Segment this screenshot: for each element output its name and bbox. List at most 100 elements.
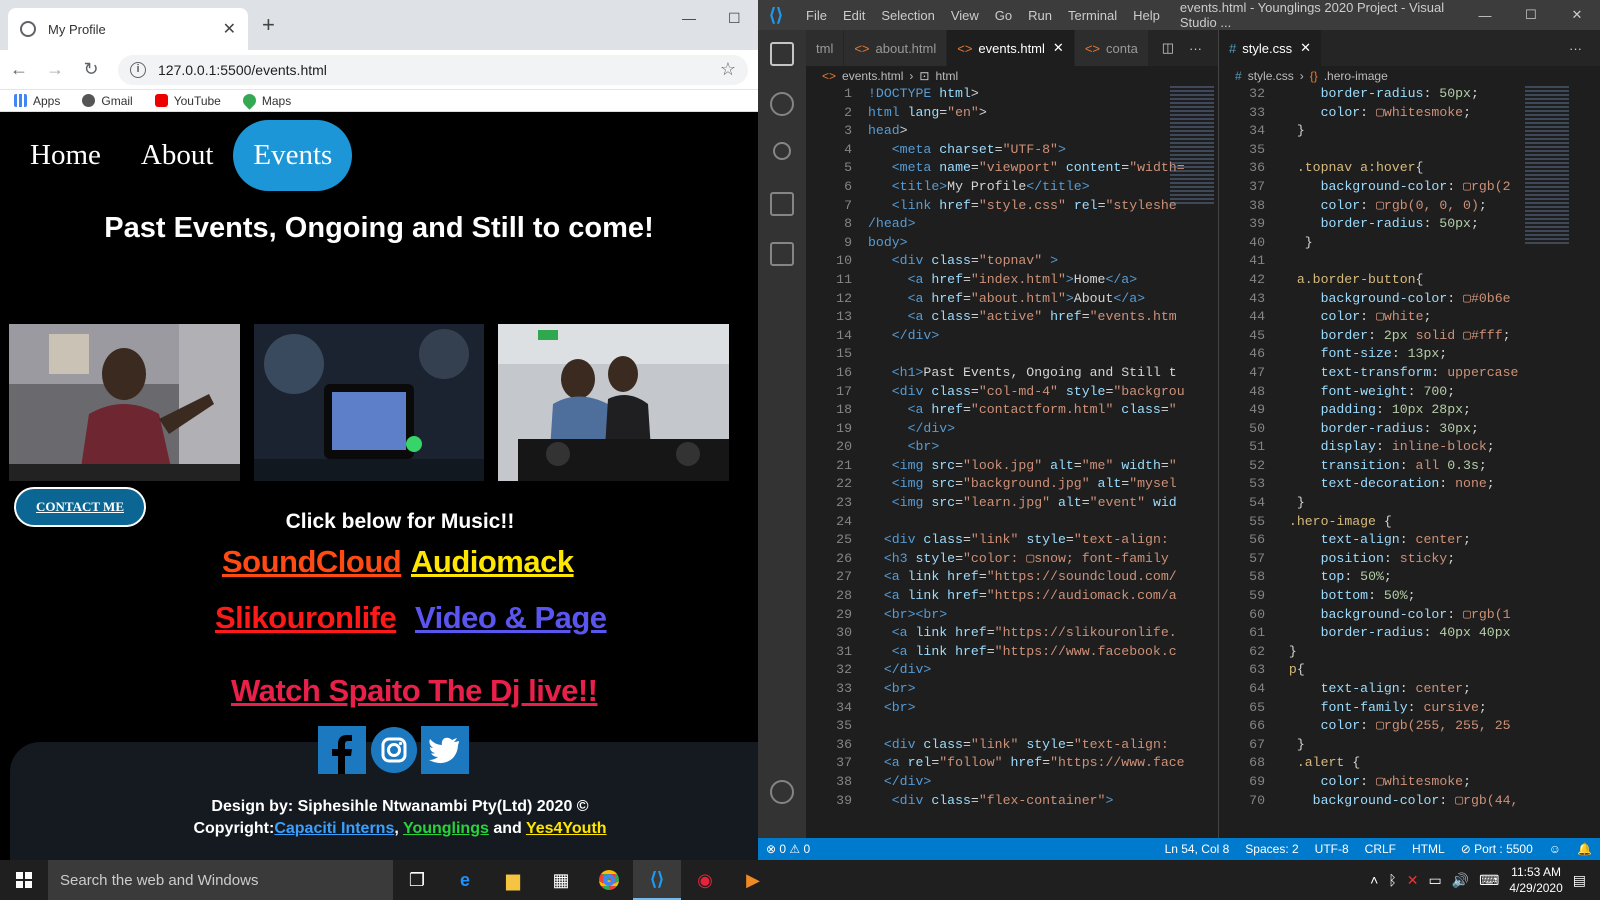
css-editor[interactable]: # style.css ✕ ··· # style.css ›{} .hero-image… [1218,30,1600,838]
problems-indicator[interactable]: ⊗ 0 ⚠ 0 [758,842,818,856]
search-icon[interactable] [770,92,794,116]
task-view-icon[interactable]: ❐ [393,860,441,900]
back-icon[interactable]: ← [10,59,28,80]
bookmark-gmail[interactable]: Gmail [82,94,133,108]
menu-selection[interactable]: Selection [873,8,942,23]
slikouronlife-link[interactable]: Slikouronlife [215,600,397,636]
encoding[interactable]: UTF-8 [1307,842,1357,856]
battery-icon[interactable]: ▭ [1428,872,1441,889]
capaciti-link[interactable]: Capaciti Interns [274,820,394,837]
menu-run[interactable]: Run [1020,8,1060,23]
language-mode[interactable]: HTML [1404,842,1453,856]
live-server-port[interactable]: ⊘ Port : 5500 [1453,842,1541,856]
close-tab-icon[interactable]: ✕ [223,19,236,39]
breadcrumb-item[interactable]: .hero-image [1324,69,1388,83]
audiomack-link[interactable]: Audiomack [411,544,574,580]
watch-live-link[interactable]: Watch Spaito The Dj live!! [231,673,598,709]
browser-tab[interactable]: My Profile ✕ [8,8,248,50]
code-line: 33 <br> [836,681,916,696]
vscode-titlebar: ⟨⟩ File Edit Selection View Go Run Termi… [758,0,1600,30]
notifications-icon[interactable]: 🔔 [1569,842,1600,856]
bluetooth-icon[interactable]: ᛒ [1388,872,1396,888]
more-actions-icon[interactable]: ··· [1569,41,1582,56]
close-icon[interactable]: ✕ [1554,7,1600,23]
store-icon[interactable]: ▦ [537,860,585,900]
menu-view[interactable]: View [943,8,987,23]
split-editor-icon[interactable]: ◫ [1162,40,1174,56]
maximize-icon[interactable]: ☐ [1508,7,1554,23]
twitter-icon[interactable] [421,726,469,774]
breadcrumb-item[interactable]: html [935,69,958,83]
indentation[interactable]: Spaces: 2 [1237,842,1306,856]
media-app-icon[interactable]: ◉ [681,860,729,900]
instagram-icon[interactable] [370,726,418,774]
run-debug-icon[interactable] [770,192,794,216]
vscode-taskbar-icon[interactable]: ⟨⟩ [633,860,681,900]
html-editor-tabs: tml <> about.html <> events.html ✕ <> conta … [806,30,1218,66]
more-actions-icon[interactable]: ··· [1189,41,1202,56]
start-button[interactable] [0,860,48,900]
tab-prev-html[interactable]: tml [806,30,845,66]
forward-icon[interactable]: → [46,59,64,80]
code-line: 9 body> [844,234,908,250]
nav-about[interactable]: About [121,125,234,186]
tab-style-css[interactable]: # style.css ✕ [1219,30,1322,66]
code-line: 29 <br><br> [836,606,948,622]
close-tab-icon[interactable]: ✕ [1300,40,1311,56]
action-center-icon[interactable]: ▤ [1573,872,1586,889]
code-area[interactable]: 1 !DOCTYPE html> 2 html lang="en"> 3 head> … [806,86,1218,838]
yes4youth-link[interactable]: Yes4Youth [526,820,607,837]
breadcrumb-item[interactable]: style.css [1248,69,1294,83]
younglings-link[interactable]: Younglings [403,820,489,837]
settings-gear-icon[interactable] [770,780,794,804]
file-explorer-icon[interactable]: ▆ [489,860,537,900]
volume-icon[interactable]: 🔊 [1452,872,1469,889]
menu-file[interactable]: File [798,8,835,23]
menu-terminal[interactable]: Terminal [1060,8,1125,23]
code-line: 56 text-align: center; [1249,532,1471,548]
source-control-icon[interactable] [773,142,791,160]
minimize-icon[interactable]: — [1462,8,1508,23]
html-editor[interactable]: tml <> about.html <> events.html ✕ <> conta … [806,30,1218,838]
menu-help[interactable]: Help [1125,8,1168,23]
tab-about-html[interactable]: <> about.html [844,30,948,66]
info-icon[interactable]: i [130,61,146,78]
css-editor-tabs: # style.css ✕ ··· [1219,30,1600,66]
cursor-position[interactable]: Ln 54, Col 8 [1157,842,1238,856]
nav-home[interactable]: Home [10,125,121,186]
tab-events-html[interactable]: <> events.html ✕ [947,30,1075,66]
tab-contact[interactable]: <> conta [1074,30,1149,66]
menu-go[interactable]: Go [987,8,1020,23]
breadcrumb-item[interactable]: events.html [842,69,903,83]
nav-events[interactable]: Events [233,120,353,191]
clock[interactable]: 11:53 AM 4/29/2020 [1509,864,1562,896]
reload-icon[interactable]: ↻ [82,59,100,80]
close-tab-icon[interactable]: ✕ [1053,40,1064,56]
extensions-icon[interactable] [770,242,794,266]
show-hidden-icons[interactable]: ˄ [1370,872,1378,888]
new-tab-button[interactable]: + [262,12,275,38]
bookmark-maps[interactable]: Maps [240,91,291,110]
minimap[interactable] [1525,86,1569,246]
star-icon[interactable]: ☆ [720,59,736,80]
network-icon[interactable]: ✕ [1407,872,1419,889]
facebook-icon[interactable] [318,726,366,774]
address-bar[interactable]: i 127.0.0.1:5500/events.html ☆ [118,54,748,85]
edge-icon[interactable]: e [441,860,489,900]
explorer-icon[interactable] [770,42,794,66]
code-line: 66 color: ▢rgb(255, 255, 25 [1249,718,1511,734]
soundcloud-link[interactable]: SoundCloud [222,544,402,580]
feedback-icon[interactable]: ☺ [1541,842,1569,856]
line-ending[interactable]: CRLF [1357,842,1404,856]
video-page-link[interactable]: Video & Page [415,600,607,636]
menu-edit[interactable]: Edit [835,8,873,23]
chrome-icon[interactable] [585,860,633,900]
taskbar-search[interactable]: Search the web and Windows [48,860,393,900]
maximize-icon[interactable]: ☐ [728,10,741,27]
video-app-icon[interactable]: ▶ [729,860,777,900]
keyboard-icon[interactable]: ⌨ [1479,872,1499,889]
minimap[interactable] [1170,86,1214,206]
bookmark-youtube[interactable]: YouTube [154,94,221,108]
bookmark-apps[interactable]: Apps [14,94,60,108]
minimize-icon[interactable]: — [682,10,696,26]
